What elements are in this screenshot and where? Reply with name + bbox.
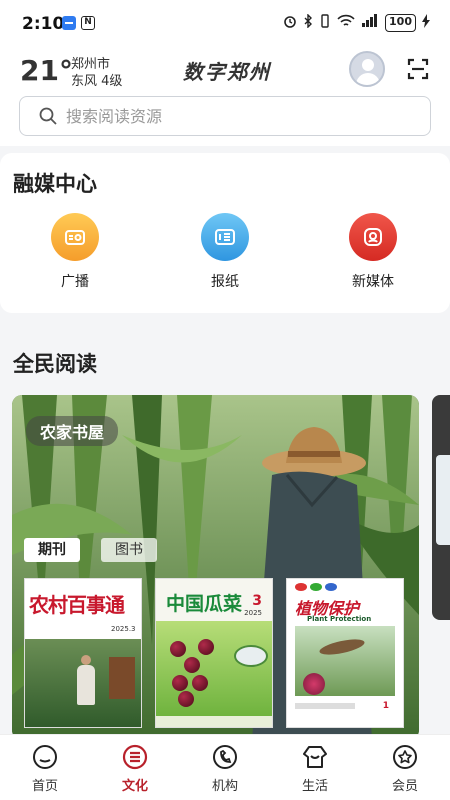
bluetooth-icon: [303, 13, 313, 32]
radio-icon: [51, 213, 99, 261]
nfc-icon: N: [81, 16, 95, 30]
magazine-subtitle: Plant Protection: [307, 615, 372, 623]
avatar-head-shape: [362, 59, 374, 71]
banner-tag: 农家书屋: [26, 416, 119, 446]
search-icon: [39, 107, 57, 125]
magazine-cover-footer: [156, 716, 272, 727]
magazine-cover-person: [77, 655, 95, 705]
search-bar[interactable]: [19, 96, 431, 136]
nav-label: 文化: [121, 779, 148, 794]
new-media-icon: [349, 213, 397, 261]
next-banner-peek[interactable]: [432, 395, 450, 620]
magazine-issue: 3: [252, 593, 262, 609]
app-title: 数字郑州: [183, 60, 271, 84]
reading-banner[interactable]: 农家书屋 期刊 图书 农村百事通 2025.3 中国瓜菜 3 2025 植物保护…: [12, 395, 419, 740]
media-center-title: 融媒中心: [13, 172, 97, 196]
magazine-title: 中国瓜菜: [166, 593, 243, 615]
wind-info: 东风 4级: [71, 74, 123, 89]
tab-periodicals[interactable]: 期刊: [24, 538, 80, 562]
status-time: 2:10: [22, 14, 65, 34]
culture-icon: [121, 743, 149, 771]
reading-section-title: 全民阅读: [13, 352, 97, 376]
tab-books[interactable]: 图书: [101, 538, 157, 562]
scan-icon[interactable]: [407, 58, 429, 80]
nav-label: 生活: [301, 779, 328, 794]
nav-item-member[interactable]: 会员: [370, 743, 440, 794]
magazine-cover-zhiwubaohu[interactable]: 植物保护 Plant Protection 1: [286, 578, 404, 728]
magazine-cover-flower: [303, 673, 325, 695]
organization-icon: [211, 743, 239, 771]
magazine-year: 2025: [244, 609, 262, 617]
media-item-radio[interactable]: 广播: [35, 213, 115, 291]
nav-item-life[interactable]: 生活: [280, 743, 350, 794]
vibrate-icon: [319, 14, 331, 32]
avatar-body-shape: [356, 73, 380, 85]
status-right-icons: 100: [283, 13, 430, 32]
magazine-cover-photo: [156, 621, 272, 716]
media-center-card: 融媒中心 广播 报纸 新媒体: [0, 153, 450, 313]
member-icon: [391, 743, 419, 771]
alarm-icon: [283, 14, 297, 32]
magazine-cover-fruit: [198, 639, 214, 655]
nav-label: 首页: [31, 779, 58, 794]
magazine-cover-fruit: [172, 675, 188, 691]
life-icon: [301, 743, 329, 771]
nav-label: 会员: [391, 779, 418, 794]
magazine-cover-fruit: [178, 691, 194, 707]
media-item-label: 报纸: [211, 274, 239, 290]
magazine-cover-fruit: [170, 641, 186, 657]
app-header: 21° 郑州市 东风 4级 数字郑州: [0, 46, 450, 146]
media-item-label: 广播: [61, 274, 89, 290]
magazine-cover-sign: [109, 657, 135, 699]
notification-badge-icon: [62, 16, 76, 30]
magazine-cover-footer: [295, 703, 355, 709]
magazine-cover-logos: [295, 583, 337, 591]
nav-item-home[interactable]: 首页: [10, 743, 80, 794]
newspaper-icon: [201, 213, 249, 261]
avatar[interactable]: [349, 51, 385, 87]
media-item-label: 新媒体: [352, 274, 394, 290]
nav-item-culture[interactable]: 文化: [100, 743, 170, 794]
magazine-cover-guacai[interactable]: 中国瓜菜 3 2025: [155, 578, 273, 728]
bottom-nav: 首页 文化 机构 生活 会员: [0, 734, 450, 800]
status-bar: 2:10 N 100: [0, 0, 450, 46]
magazine-issue: 2025.3: [111, 625, 136, 633]
battery-indicator: 100: [385, 14, 416, 32]
magazine-cover-fruit: [192, 675, 208, 691]
home-icon: [31, 743, 59, 771]
media-item-new-media[interactable]: 新媒体: [333, 213, 413, 291]
nav-label: 机构: [211, 779, 238, 794]
charging-icon: [422, 14, 430, 32]
magazine-issue: 1: [382, 701, 389, 711]
magazine-cover-fruit: [184, 657, 200, 673]
media-item-newspaper[interactable]: 报纸: [185, 213, 265, 291]
magazine-cover-nongcun[interactable]: 农村百事通 2025.3: [24, 578, 142, 728]
search-input[interactable]: [66, 105, 406, 127]
magazine-title: 农村百事通: [29, 593, 125, 617]
magazine-cover-plate: [234, 645, 268, 667]
nav-item-organization[interactable]: 机构: [190, 743, 260, 794]
signal-icon: [361, 14, 379, 32]
temperature: 21°: [20, 54, 73, 87]
wifi-icon: [337, 14, 355, 32]
